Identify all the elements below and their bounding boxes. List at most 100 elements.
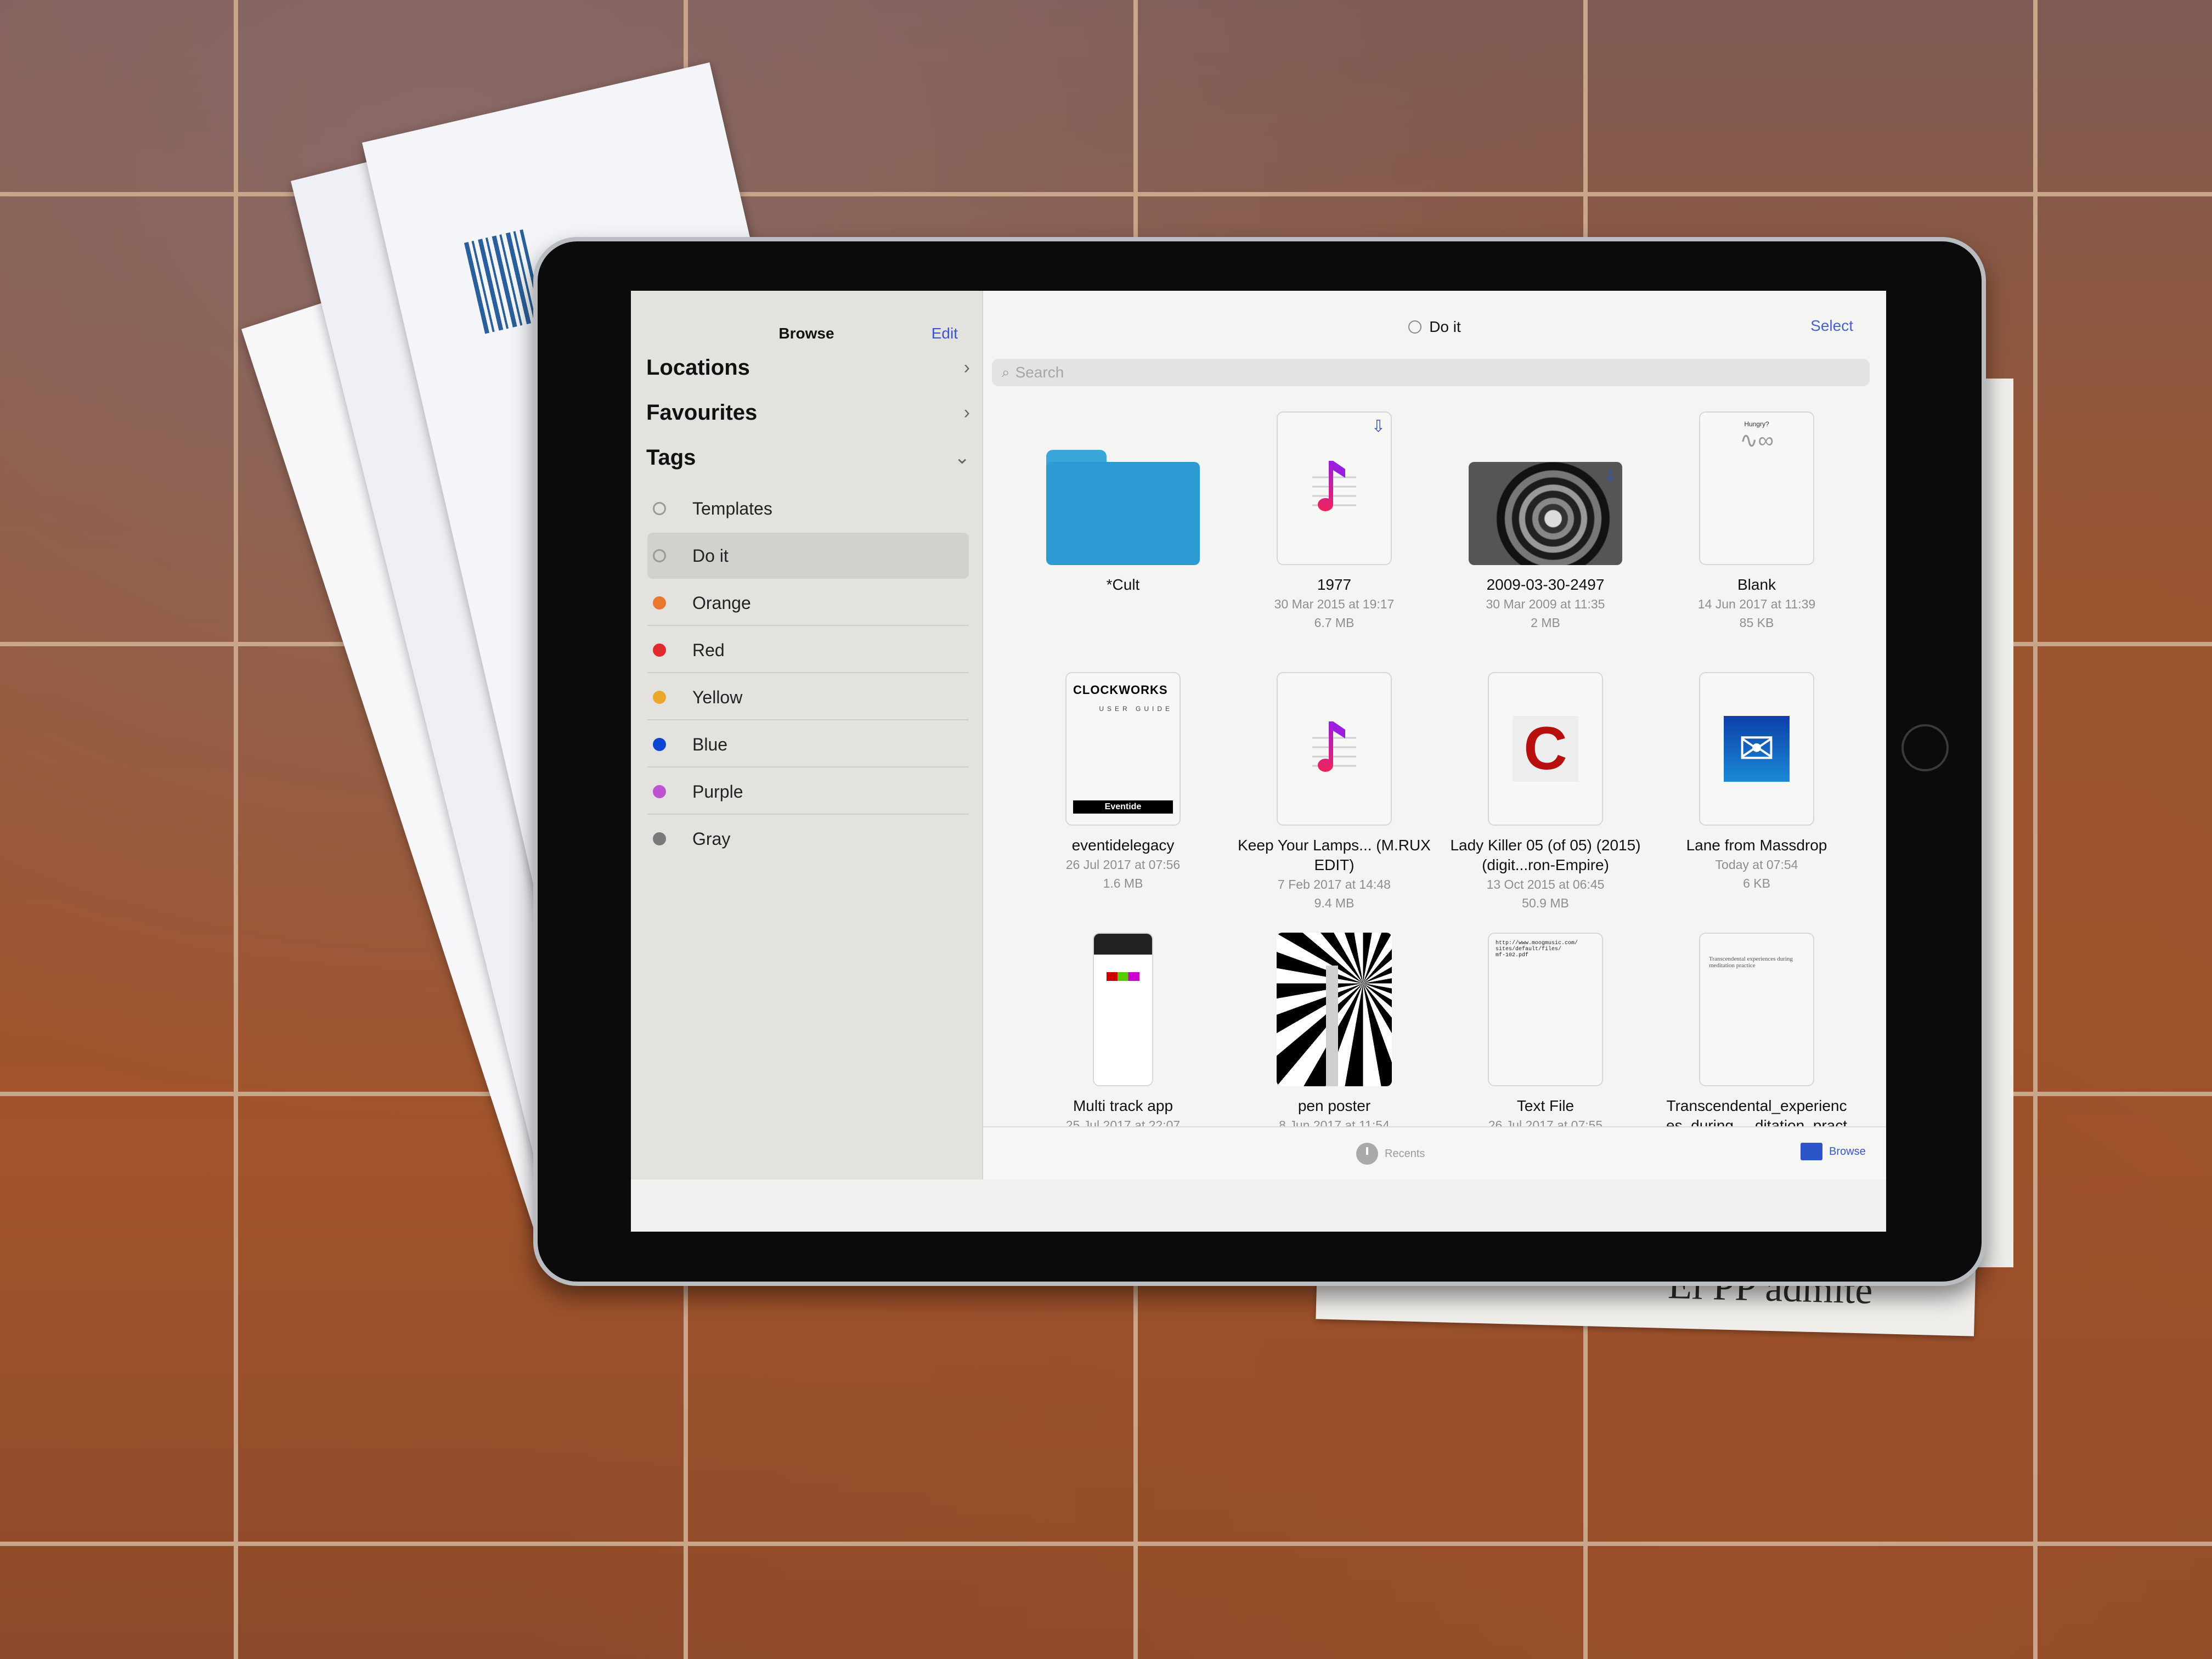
- file-item[interactable]: Hungry? ∿∞ Blank 14 Jun 2017 at 11:39 85 KB: [1650, 406, 1864, 632]
- sidebar-section-favourites[interactable]: Favourites ›: [646, 391, 970, 435]
- search-icon: ⌕: [1002, 364, 1010, 380]
- select-button[interactable]: Select: [1810, 317, 1853, 335]
- document-icon: Hungry? ∿∞: [1699, 411, 1814, 565]
- search-placeholder: Search: [1015, 364, 1064, 381]
- file-thumbnail: CLOCKWORKS USER GUIDE Eventide: [1016, 667, 1230, 826]
- file-thumbnail: [1227, 927, 1441, 1086]
- sidebar-tag-purple[interactable]: Purple: [647, 769, 969, 815]
- document-icon: C: [1488, 672, 1603, 826]
- main-pane: Do it Select ⌕ Search *Cult ⇩ 1977 30 Mar 2…: [983, 291, 1886, 1180]
- file-name: Multi track app: [1073, 1097, 1173, 1114]
- tab-recents[interactable]: Recents: [1356, 1143, 1425, 1165]
- folder-title-label: Do it: [1429, 318, 1461, 335]
- chevron-right-icon: ›: [963, 402, 970, 423]
- file-name: 1977: [1317, 576, 1352, 593]
- sidebar-tag-blue[interactable]: Blue: [647, 721, 969, 768]
- sidebar-tag-templates[interactable]: Templates: [647, 486, 969, 532]
- document-icon: [1277, 672, 1392, 826]
- files-app-screen: Tuenti 📶 09:24 ᛒ 87% Browse Edit Locatio…: [631, 291, 1886, 1232]
- tag-color-dot-icon: [653, 691, 666, 704]
- tag-label: Yellow: [692, 687, 743, 707]
- file-thumbnail: ⇩: [1438, 406, 1652, 565]
- sidebar-tag-yellow[interactable]: Yellow: [647, 674, 969, 720]
- file-size: 50.9 MB: [1522, 896, 1569, 910]
- file-item[interactable]: ✉ Lane from Massdrop Today at 07:54 6 KB: [1650, 667, 1864, 893]
- document-icon: [1093, 933, 1153, 1086]
- file-date: 7 Feb 2017 at 14:48: [1278, 877, 1391, 891]
- divider: [647, 719, 969, 720]
- sidebar-title: Browse: [778, 325, 834, 342]
- file-name: 2009-03-30-2497: [1486, 576, 1605, 593]
- file-item[interactable]: C Lady Killer 05 (of 05) (2015) (digit...…: [1438, 667, 1652, 912]
- document-icon: Transcendental experiences during medita…: [1699, 933, 1814, 1086]
- preview-text: Hungry?: [1744, 420, 1769, 428]
- file-thumbnail: http://www.moogmusic.com/ sites/default/…: [1438, 927, 1652, 1086]
- file-item[interactable]: http://www.moogmusic.com/ sites/default/…: [1438, 927, 1652, 1153]
- tag-circle-icon: [1408, 320, 1422, 334]
- file-item[interactable]: CLOCKWORKS USER GUIDE Eventide eventidelega…: [1016, 667, 1230, 893]
- divider: [647, 814, 969, 815]
- tag-label: Templates: [692, 498, 772, 518]
- sidebar-tag-red[interactable]: Red: [647, 627, 969, 673]
- tag-color-dot-icon: [653, 549, 666, 562]
- tag-label: Gray: [692, 828, 731, 849]
- document-icon: ⇩: [1277, 411, 1392, 565]
- folder-icon: [1046, 450, 1200, 565]
- file-thumbnail: [1016, 927, 1230, 1086]
- file-item[interactable]: pen poster8 Jun 2017 at 11:54367 KB: [1227, 927, 1441, 1153]
- section-label: Tags: [646, 445, 696, 470]
- sidebar-section-tags[interactable]: Tags ⌄: [646, 436, 970, 479]
- file-date: 26 Jul 2017 at 07:56: [1065, 857, 1181, 872]
- tag-color-dot-icon: [653, 644, 666, 657]
- file-item[interactable]: Multi track app25 Jul 2017 at 22:07974 K…: [1016, 927, 1230, 1153]
- file-date: 30 Mar 2015 at 19:17: [1274, 597, 1395, 611]
- webpage-preview: [1094, 934, 1152, 1085]
- file-size: 6 KB: [1743, 876, 1770, 890]
- chevron-down-icon: ⌄: [954, 447, 970, 468]
- tab-bar: Recents Browse: [983, 1126, 1886, 1180]
- tag-color-dot-icon: [653, 502, 666, 515]
- file-item[interactable]: Keep Your Lamps... (M.RUX EDIT) 7 Feb 201…: [1227, 667, 1441, 912]
- sidebar-tag-orange[interactable]: Orange: [647, 580, 969, 626]
- sidebar-tag-gray[interactable]: Gray: [647, 816, 969, 862]
- file-name: Text File: [1516, 1097, 1575, 1114]
- divider: [647, 625, 969, 626]
- folder-title: Do it: [983, 318, 1886, 336]
- cloud-download-icon[interactable]: ⇩: [1603, 466, 1617, 486]
- tab-browse-label: Browse: [1829, 1145, 1866, 1158]
- search-input[interactable]: ⌕ Search: [992, 359, 1870, 386]
- tab-browse[interactable]: Browse: [1801, 1143, 1866, 1160]
- file-size: 2 MB: [1531, 616, 1560, 630]
- clock-icon: [1356, 1143, 1378, 1165]
- document-icon: ✉: [1699, 672, 1814, 826]
- folder-item[interactable]: *Cult: [1016, 406, 1230, 595]
- sidebar-section-locations[interactable]: Locations ›: [646, 346, 970, 390]
- file-name: eventidelegacy: [1071, 837, 1175, 854]
- tag-color-dot-icon: [653, 738, 666, 751]
- barcode: [464, 229, 544, 334]
- tab-recents-label: Recents: [1385, 1147, 1425, 1160]
- sidebar: Browse Edit Locations › Favourites › Tag…: [631, 291, 983, 1180]
- comic-c-icon: C: [1513, 716, 1578, 782]
- preview-subtext: USER GUIDE: [1099, 705, 1173, 713]
- file-size: 1.6 MB: [1103, 876, 1143, 890]
- file-item[interactable]: ⇩ 1977 30 Mar 2015 at 19:17 6.7 MB: [1227, 406, 1441, 632]
- sidebar-tag-do-it[interactable]: Do it: [647, 533, 969, 579]
- preview-text: Transcendental experiences during medita…: [1709, 956, 1793, 969]
- file-thumbnail: ⇩: [1227, 406, 1441, 565]
- cloud-download-icon[interactable]: ⇩: [1372, 417, 1385, 436]
- home-button[interactable]: [1901, 724, 1949, 771]
- stethoscope-pretzel-icon: ∿∞: [1739, 428, 1774, 453]
- file-name: Blank: [1737, 576, 1776, 593]
- file-name: Keep Your Lamps... (M.RUX EDIT): [1238, 837, 1431, 873]
- tag-color-dot-icon: [653, 832, 666, 845]
- preview-brand: Eventide: [1073, 800, 1173, 814]
- file-item[interactable]: ⇩ 2009-03-30-2497 30 Mar 2009 at 11:35 2 MB: [1438, 406, 1652, 632]
- divider: [647, 672, 969, 673]
- tag-label: Purple: [692, 781, 743, 802]
- file-size: 85 KB: [1739, 616, 1774, 630]
- chevron-right-icon: ›: [963, 357, 970, 378]
- file-thumbnail: [1016, 406, 1230, 565]
- file-name: *Cult: [1106, 576, 1140, 593]
- edit-button[interactable]: Edit: [932, 325, 958, 342]
